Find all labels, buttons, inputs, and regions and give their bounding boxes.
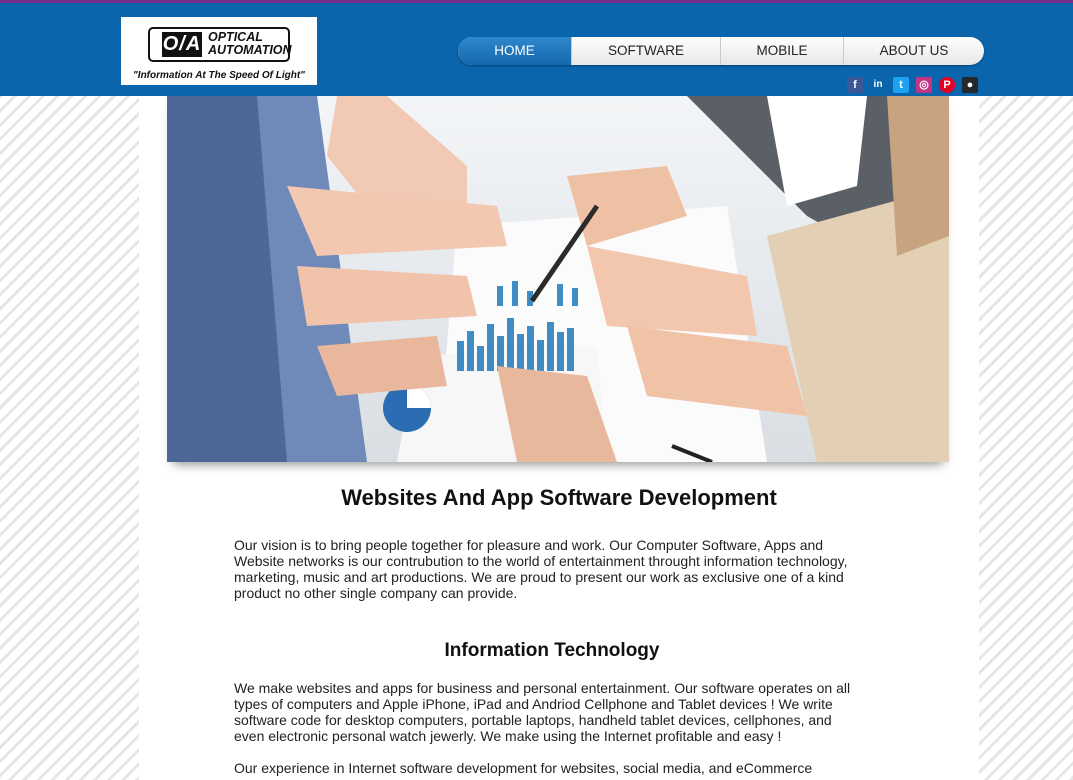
linkedin-icon[interactable]: in [870,77,886,93]
section-title: Information Technology [444,640,660,661]
section-paragraph: We make websites and apps for business a… [234,680,851,744]
logo-line-2: AUTOMATION [208,43,292,57]
intro-paragraph: Our vision is to bring people together f… [234,537,848,601]
business-meeting-illustration [167,96,949,462]
facebook-icon[interactable]: f [847,77,863,93]
site-header: O/A OPTICAL AUTOMATION "Information At T… [0,0,1073,96]
content-area: Websites And App Software Development Ou… [139,96,979,780]
social-bar: f in t ◎ P ● [847,77,978,93]
nav-software[interactable]: SOFTWARE [572,37,721,65]
logo-initials: O/A [162,32,202,57]
nav-home[interactable]: HOME [458,37,572,65]
logo-mark: O/A OPTICAL AUTOMATION [148,27,292,62]
nav-mobile[interactable]: MOBILE [721,37,844,65]
pinterest-icon[interactable]: P [939,77,955,93]
company-logo[interactable]: O/A OPTICAL AUTOMATION "Information At T… [121,17,317,85]
logo-name: OPTICAL AUTOMATION [208,31,292,57]
logo-tagline: "Information At The Speed Of Light" [133,70,305,81]
nav-about-us[interactable]: ABOUT US [844,37,984,65]
instagram-icon[interactable]: ◎ [916,77,932,93]
twitter-icon[interactable]: t [893,77,909,93]
hero-image [167,96,949,462]
main-nav: HOME SOFTWARE MOBILE ABOUT US [458,37,984,65]
section-paragraph-2: Our experience in Internet software deve… [234,760,813,776]
page-title: Websites And App Software Development [341,485,777,510]
github-icon[interactable]: ● [962,77,978,93]
